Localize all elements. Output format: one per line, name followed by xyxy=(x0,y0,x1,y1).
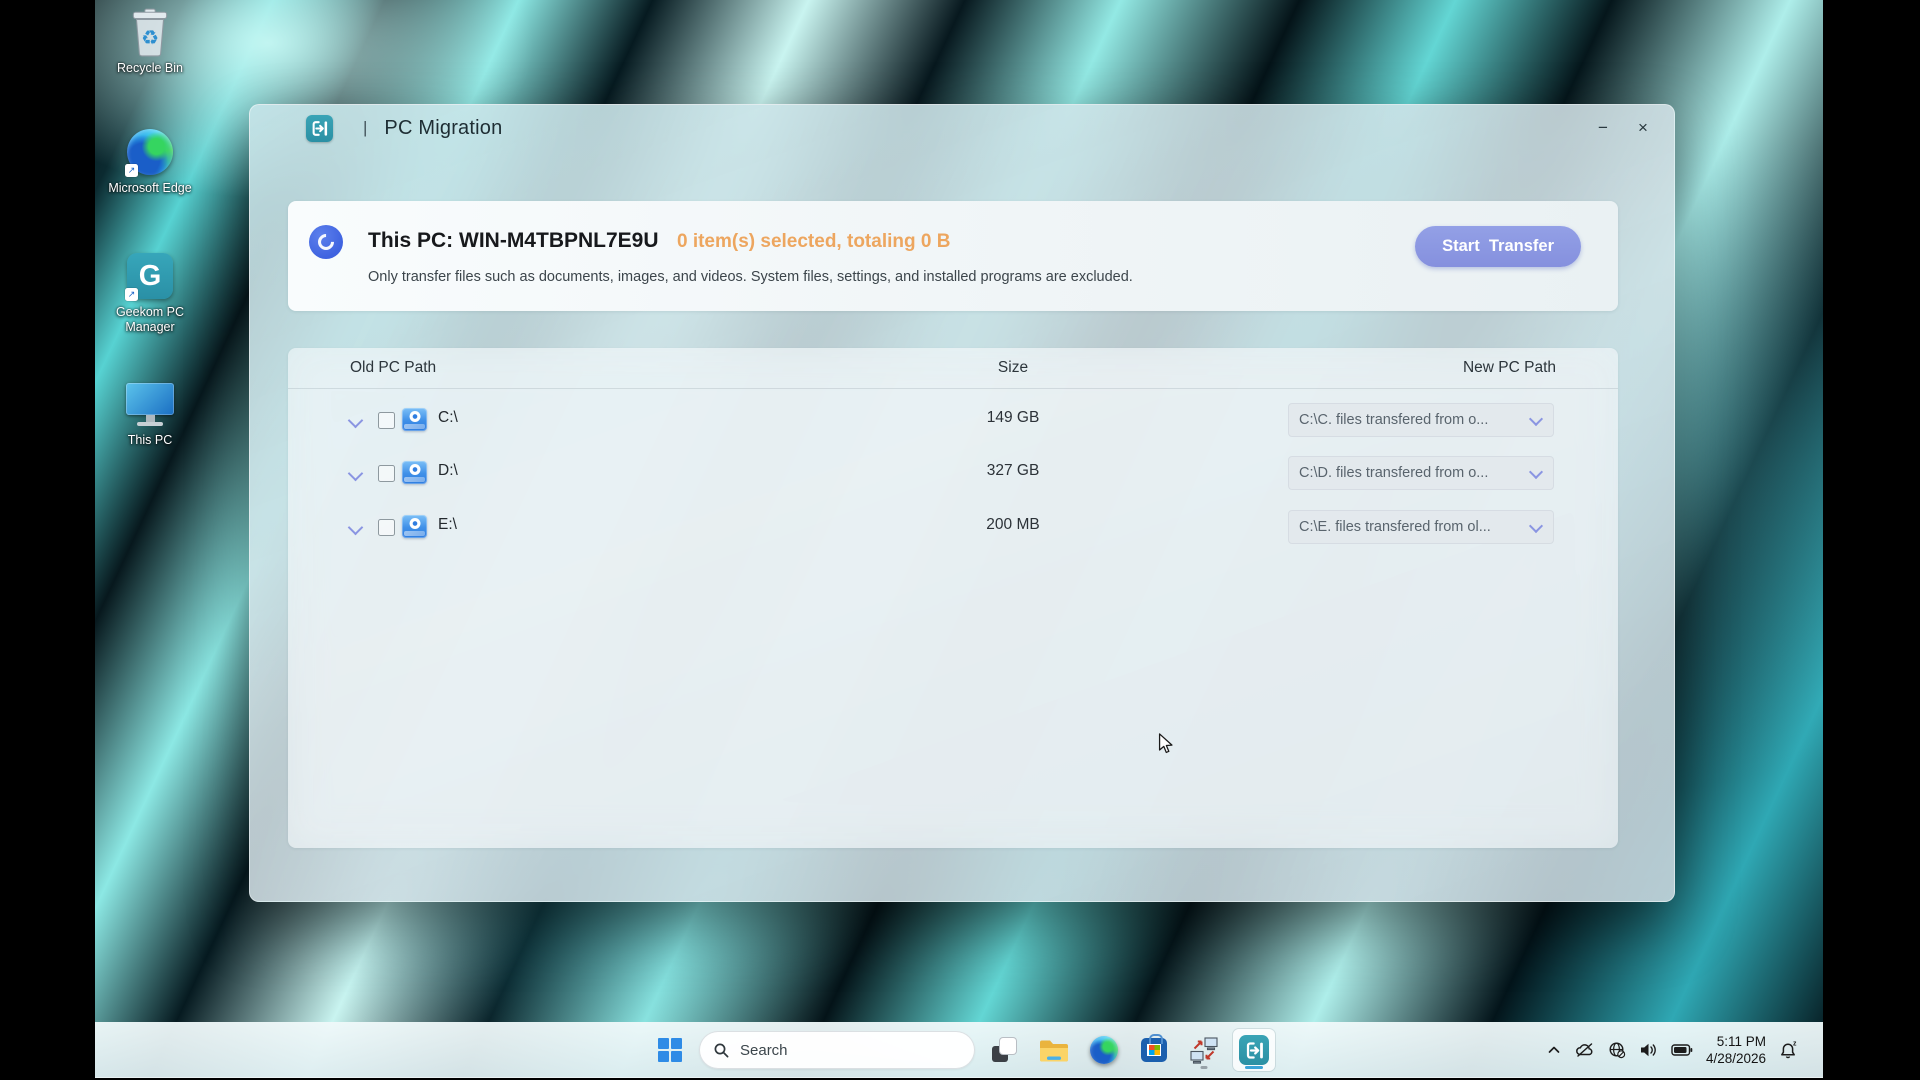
tray-time: 5:11 PM xyxy=(1706,1033,1766,1050)
task-view-button[interactable] xyxy=(983,1029,1025,1071)
windows-logo-icon xyxy=(658,1038,682,1062)
drive-size-label: 200 MB xyxy=(948,516,1078,534)
active-indicator xyxy=(1245,1066,1263,1069)
drive-path-label: E:\ xyxy=(438,516,457,534)
table-row-d-drive[interactable]: D:\ 327 GB C:\D. files transfered from o… xyxy=(288,446,1618,499)
column-new-pc-path: New PC Path xyxy=(1463,359,1556,377)
drive-icon xyxy=(402,515,427,538)
svg-text:z: z xyxy=(1793,1041,1797,1048)
minimize-button[interactable]: − xyxy=(1586,113,1620,143)
drive-path-label: C:\ xyxy=(438,409,458,427)
chevron-down-icon[interactable] xyxy=(348,413,364,429)
selection-summary-label: 0 item(s) selected, totaling 0 B xyxy=(677,231,950,252)
recycle-bin-icon: ♻ xyxy=(124,6,176,58)
clock[interactable]: 5:11 PM 4/28/2026 xyxy=(1706,1033,1766,1067)
column-old-pc-path: Old PC Path xyxy=(350,359,436,377)
desktop-icon-label: This PC xyxy=(102,433,198,448)
edge-button[interactable] xyxy=(1083,1029,1125,1071)
chevron-down-icon xyxy=(1529,518,1543,532)
drive-size-label: 327 GB xyxy=(948,462,1078,480)
network-offline-icon[interactable] xyxy=(1608,1041,1626,1059)
pc-name-label: This PC: WIN-M4TBPNL7E9U xyxy=(368,229,659,252)
start-button[interactable] xyxy=(649,1029,691,1071)
search-box[interactable]: Search xyxy=(699,1031,975,1069)
shortcut-arrow-icon: ↗ xyxy=(125,288,138,301)
this-pc-ring-icon xyxy=(309,225,343,259)
row-checkbox[interactable] xyxy=(378,465,395,482)
desktop-icon-this-pc[interactable]: This PC xyxy=(95,378,215,448)
new-path-dropdown[interactable]: C:\D. files transfered from o... xyxy=(1288,456,1554,490)
app-logo-icon xyxy=(306,115,333,142)
chevron-down-icon xyxy=(1529,464,1543,478)
row-checkbox[interactable] xyxy=(378,519,395,536)
new-path-dropdown[interactable]: C:\C. files transfered from o... xyxy=(1288,403,1554,437)
column-size: Size xyxy=(948,359,1078,377)
drive-icon xyxy=(402,461,427,484)
desktop-icon-label: Geekom PC Manager xyxy=(102,305,198,335)
taskbar: Search xyxy=(95,1022,1823,1078)
pc-migration-window: | PC Migration − × This PC: WIN-M4TBPNL7… xyxy=(249,104,1675,902)
geekom-icon: G ↗ xyxy=(124,250,176,302)
pc-migration-icon xyxy=(1239,1035,1269,1065)
volume-icon[interactable] xyxy=(1639,1042,1658,1058)
table-row-e-drive[interactable]: E:\ 200 MB C:\E. files transfered from o… xyxy=(288,500,1618,553)
titlebar-separator: | xyxy=(363,118,367,138)
onedrive-offline-icon[interactable] xyxy=(1575,1042,1595,1058)
microsoft-store-button[interactable] xyxy=(1133,1029,1175,1071)
new-path-dropdown[interactable]: C:\E. files transfered from ol... xyxy=(1288,510,1554,544)
running-indicator xyxy=(1201,1066,1208,1069)
desktop-icon-label: Microsoft Edge xyxy=(102,181,198,196)
file-explorer-button[interactable] xyxy=(1033,1029,1075,1071)
drive-size-label: 149 GB xyxy=(948,409,1078,427)
window-title: PC Migration xyxy=(384,117,502,140)
start-transfer-button[interactable]: Start Transfer xyxy=(1415,226,1581,267)
pc-migration-taskbar-button[interactable] xyxy=(1233,1029,1275,1071)
search-icon xyxy=(713,1042,730,1059)
edge-icon xyxy=(1090,1036,1118,1064)
summary-card: This PC: WIN-M4TBPNL7E9U 0 item(s) selec… xyxy=(288,201,1618,311)
close-button[interactable]: × xyxy=(1626,113,1660,143)
drive-table-card: Old PC Path Size New PC Path C:\ 149 GB … xyxy=(288,348,1618,848)
new-path-value: C:\C. files transfered from o... xyxy=(1288,412,1531,428)
tray-chevron-up-icon[interactable] xyxy=(1546,1042,1562,1058)
edge-icon: ↗ xyxy=(124,126,176,178)
row-checkbox[interactable] xyxy=(378,412,395,429)
pc-transfer-tool-button[interactable] xyxy=(1183,1029,1225,1071)
desktop: ♻ Recycle Bin ↗ Microsoft Edge G ↗ Geeko… xyxy=(95,0,1823,1078)
pc-transfer-icon xyxy=(1189,1035,1219,1065)
desktop-icon-label: Recycle Bin xyxy=(102,61,198,76)
table-header: Old PC Path Size New PC Path xyxy=(288,348,1618,389)
svg-text:♻: ♻ xyxy=(141,27,159,49)
battery-icon[interactable] xyxy=(1671,1043,1693,1057)
transfer-note: Only transfer files such as documents, i… xyxy=(368,269,1133,285)
desktop-icon-recycle-bin[interactable]: ♻ Recycle Bin xyxy=(95,6,215,76)
chevron-down-icon[interactable] xyxy=(348,520,364,536)
folder-icon xyxy=(1038,1037,1070,1064)
store-icon xyxy=(1141,1038,1167,1062)
table-row-c-drive[interactable]: C:\ 149 GB C:\C. files transfered from o… xyxy=(288,393,1618,446)
drive-icon xyxy=(402,408,427,431)
this-pc-icon xyxy=(124,378,176,430)
notification-bell-icon[interactable]: z xyxy=(1779,1040,1799,1060)
shortcut-arrow-icon: ↗ xyxy=(125,164,138,177)
desktop-icon-microsoft-edge[interactable]: ↗ Microsoft Edge xyxy=(95,126,215,196)
drive-path-label: D:\ xyxy=(438,462,458,480)
tray-date: 4/28/2026 xyxy=(1706,1050,1766,1067)
new-path-value: C:\D. files transfered from o... xyxy=(1288,465,1531,481)
search-label: Search xyxy=(740,1042,788,1059)
window-titlebar[interactable]: | PC Migration − × xyxy=(250,105,1674,151)
chevron-down-icon xyxy=(1529,411,1543,425)
new-path-value: C:\E. files transfered from ol... xyxy=(1288,519,1531,535)
desktop-icon-geekom-pc-manager[interactable]: G ↗ Geekom PC Manager xyxy=(95,250,215,335)
chevron-down-icon[interactable] xyxy=(348,466,364,482)
